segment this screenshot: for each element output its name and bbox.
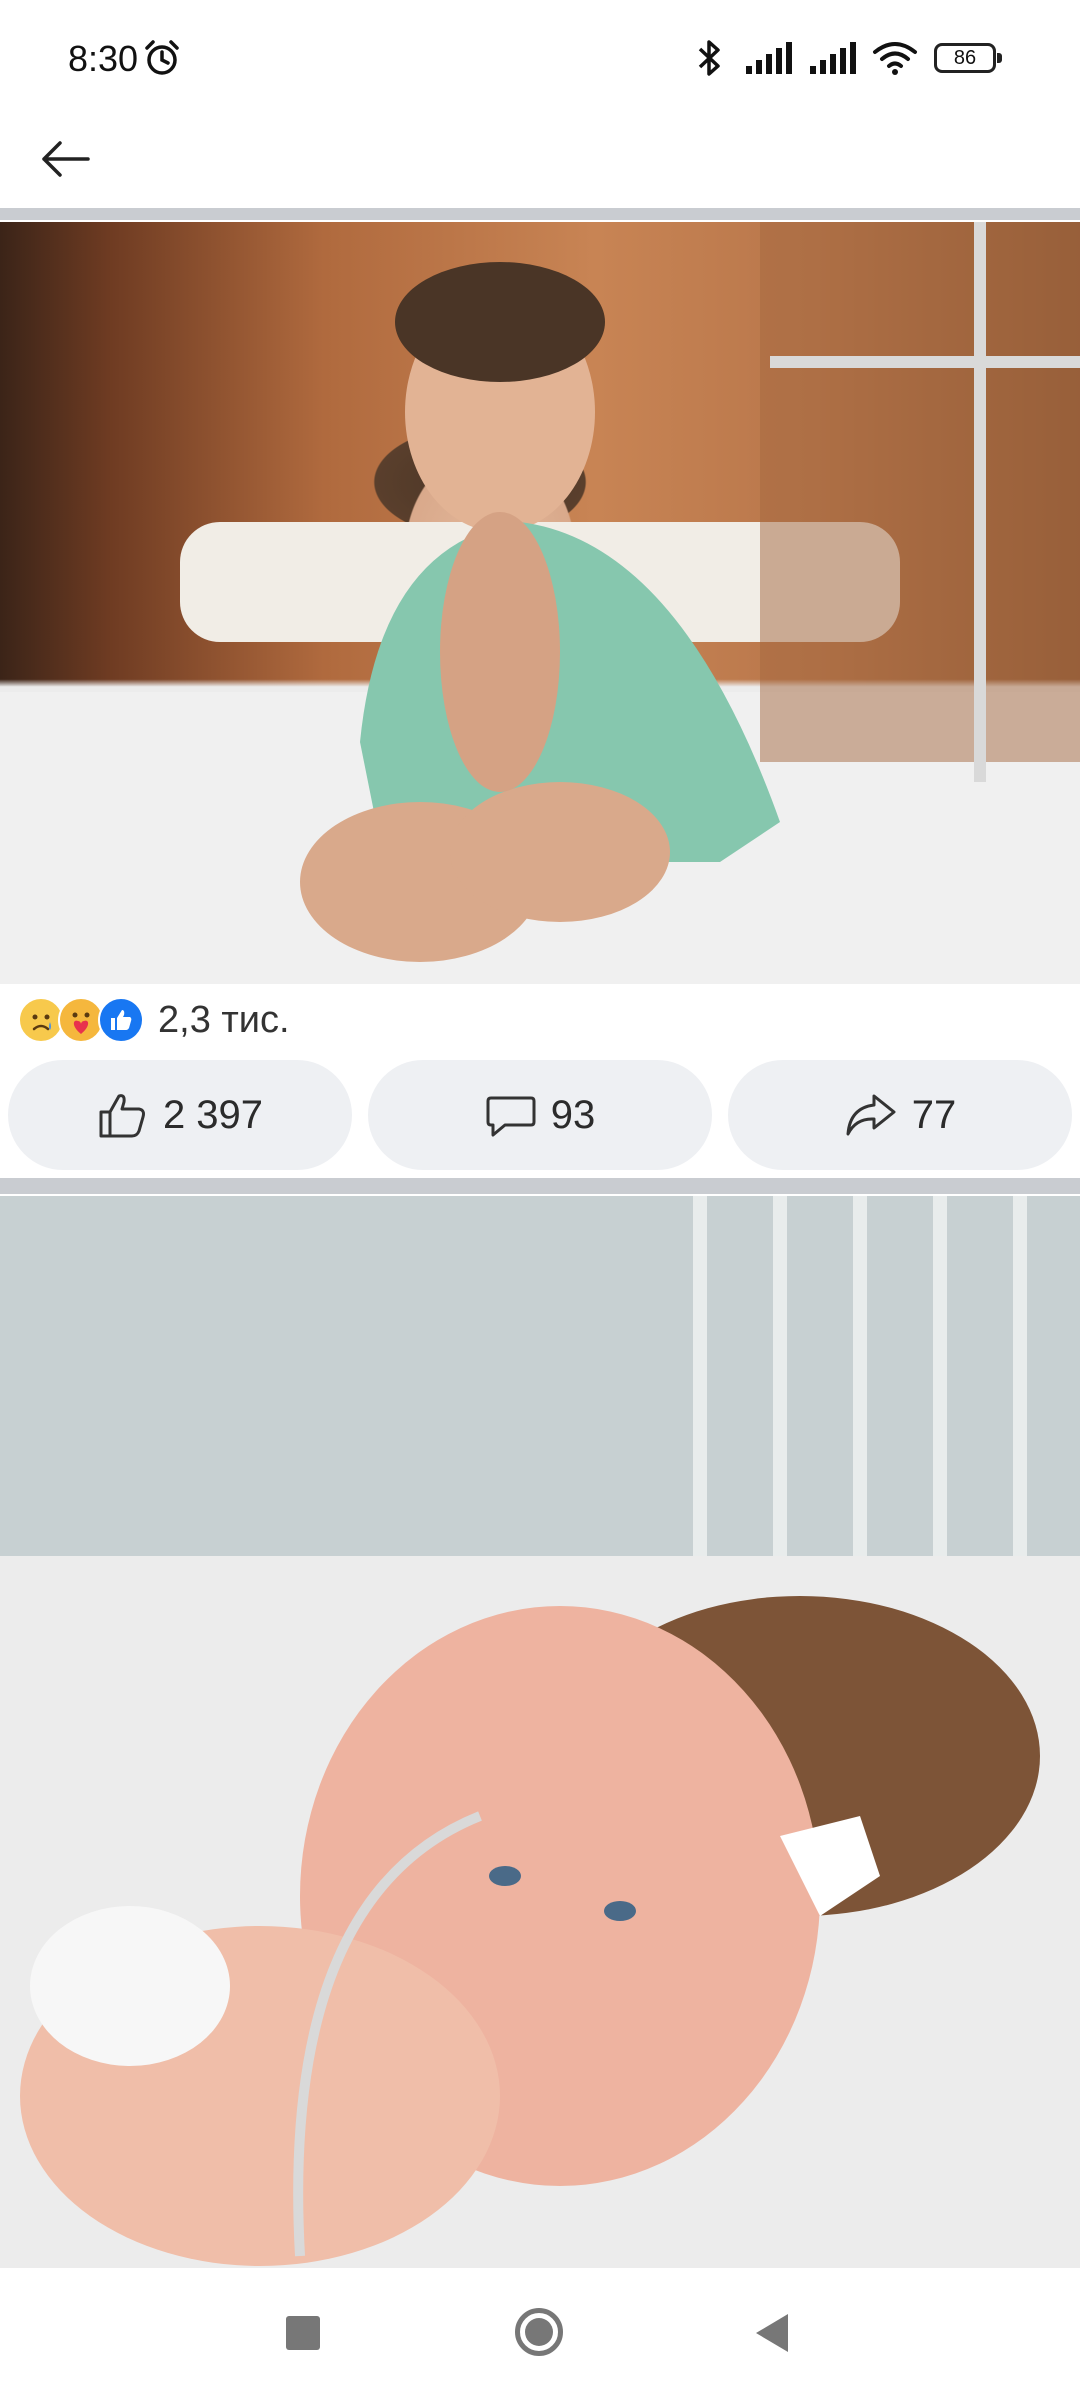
comment-count: 93	[550, 1092, 596, 1137]
home-icon[interactable]	[515, 2308, 563, 2356]
alarm-icon	[145, 40, 179, 75]
like-button[interactable]: 2 397	[8, 1060, 352, 1170]
back-button[interactable]	[30, 124, 100, 194]
status-icons: 86	[692, 36, 1004, 80]
hospital-toddler-photo[interactable]	[0, 1196, 1080, 2268]
divider	[0, 208, 1080, 220]
home-icon-inner	[525, 2318, 553, 2346]
photo-illustration	[0, 1196, 1080, 2268]
photo-illustration	[0, 222, 1080, 984]
like-count: 2 397	[162, 1092, 264, 1137]
hospital-child-photo[interactable]	[0, 222, 1080, 984]
bluetooth-icon	[698, 40, 720, 76]
arrow-left-icon	[42, 141, 90, 177]
status-time: 8:30	[68, 38, 139, 79]
comment-icon	[486, 1096, 536, 1137]
system-nav-bar	[0, 2268, 1080, 2400]
share-button[interactable]: 77	[728, 1060, 1072, 1170]
share-icon	[846, 1094, 896, 1136]
signal-icon	[746, 42, 792, 74]
battery-level: 86	[953, 46, 977, 69]
post-actions: 2 397 93 77	[0, 1060, 1080, 1170]
reactions-summary[interactable]: 2,3 тис.	[0, 986, 1080, 1054]
wifi-icon	[873, 42, 917, 75]
comment-button[interactable]: 93	[368, 1060, 712, 1170]
share-count: 77	[911, 1092, 957, 1137]
thumbs-up-icon	[99, 1094, 145, 1138]
recents-icon[interactable]	[286, 2316, 320, 2350]
like-icon	[98, 997, 144, 1043]
reaction-count: 2,3 тис.	[158, 998, 290, 1041]
reaction-icons	[18, 997, 144, 1043]
app-header	[0, 110, 1080, 208]
battery-icon: 86	[934, 43, 1002, 73]
status-bar: 8:30 86	[0, 0, 1080, 110]
back-icon[interactable]	[756, 2314, 788, 2352]
divider	[0, 1178, 1080, 1194]
signal-icon	[810, 42, 856, 74]
